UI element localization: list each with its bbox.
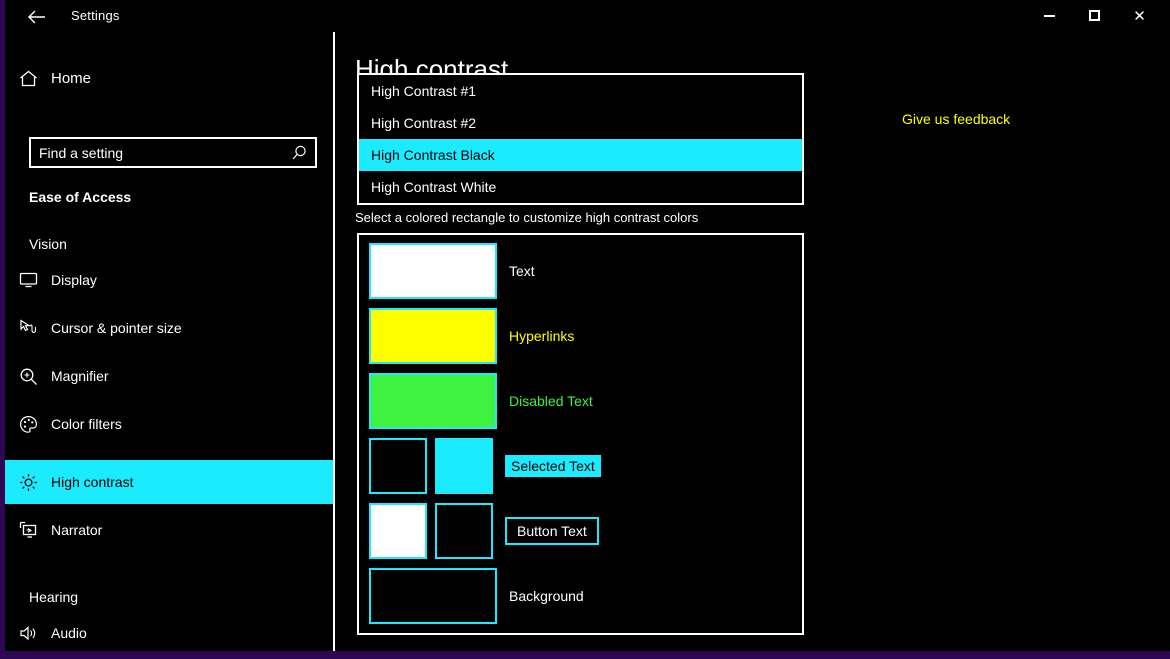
color-row-disabled-text: Disabled Text bbox=[369, 373, 593, 429]
home-icon bbox=[5, 70, 51, 87]
color-row-selected-text: Selected Text bbox=[369, 438, 601, 494]
main-content: High contrast Give us feedback Select a … bbox=[337, 32, 1170, 651]
color-swatch-text[interactable] bbox=[369, 243, 497, 299]
color-row-background: Background bbox=[369, 568, 584, 624]
color-row-button-text: Button Text bbox=[369, 503, 599, 559]
maximize-button[interactable] bbox=[1072, 0, 1117, 31]
sidebar: Home Ease of Access Vision bbox=[5, 32, 335, 651]
search-input[interactable] bbox=[31, 144, 283, 161]
minimize-icon bbox=[1044, 14, 1055, 17]
sidebar-group-vision: Vision bbox=[29, 236, 67, 252]
sidebar-item-home-label: Home bbox=[51, 69, 92, 87]
maximize-icon bbox=[1089, 10, 1100, 21]
sidebar-section-header: Ease of Access bbox=[29, 189, 132, 205]
sidebar-item-cursor-pointer-size-label: Cursor & pointer size bbox=[51, 320, 182, 336]
dropdown-option-high-contrast-white[interactable]: High Contrast White bbox=[359, 171, 802, 203]
color-swatch-selected-text-background[interactable] bbox=[435, 438, 493, 494]
color-label-background: Background bbox=[509, 588, 584, 604]
color-label-button-text: Button Text bbox=[505, 517, 599, 545]
close-button[interactable]: ✕ bbox=[1117, 0, 1162, 31]
color-swatch-background[interactable] bbox=[369, 568, 497, 624]
dropdown-option-high-contrast-black[interactable]: High Contrast Black bbox=[359, 139, 802, 171]
color-row-text: Text bbox=[369, 243, 535, 299]
color-swatch-hyperlinks[interactable] bbox=[369, 308, 497, 364]
sidebar-item-high-contrast[interactable]: High contrast bbox=[5, 460, 333, 504]
dropdown-option-high-contrast-1[interactable]: High Contrast #1 bbox=[359, 75, 802, 107]
color-row-hyperlinks: Hyperlinks bbox=[369, 308, 574, 364]
sidebar-item-audio[interactable]: Audio bbox=[5, 611, 333, 651]
sidebar-item-color-filters-label: Color filters bbox=[51, 416, 122, 432]
sidebar-item-home[interactable]: Home bbox=[5, 59, 333, 97]
sidebar-item-high-contrast-label: High contrast bbox=[51, 474, 134, 490]
magnifier-icon bbox=[5, 367, 51, 386]
color-swatch-button-text-foreground[interactable] bbox=[369, 503, 427, 559]
back-arrow-icon bbox=[28, 10, 45, 24]
brightness-sun-icon bbox=[5, 473, 51, 492]
sidebar-item-narrator[interactable]: Narrator bbox=[5, 508, 333, 552]
sidebar-item-display[interactable]: Display bbox=[5, 258, 333, 302]
cursor-pointer-icon bbox=[5, 319, 51, 337]
window-title: Settings bbox=[71, 8, 120, 23]
give-us-feedback-link[interactable]: Give us feedback bbox=[902, 111, 1010, 127]
helper-text: Select a colored rectangle to customize … bbox=[355, 210, 699, 225]
theme-dropdown-list[interactable]: High Contrast #1 High Contrast #2 High C… bbox=[357, 73, 804, 205]
close-icon: ✕ bbox=[1133, 7, 1146, 25]
minimize-button[interactable] bbox=[1027, 0, 1072, 31]
sidebar-item-magnifier-label: Magnifier bbox=[51, 368, 109, 384]
title-bar: Settings ✕ bbox=[5, 0, 1170, 32]
color-swatch-selected-text-foreground[interactable] bbox=[369, 438, 427, 494]
dropdown-option-high-contrast-2[interactable]: High Contrast #2 bbox=[359, 107, 802, 139]
monitor-icon bbox=[5, 272, 51, 288]
color-label-selected-text: Selected Text bbox=[505, 455, 601, 477]
sidebar-item-audio-label: Audio bbox=[51, 625, 87, 641]
search-box[interactable] bbox=[29, 137, 317, 168]
color-label-hyperlinks: Hyperlinks bbox=[509, 328, 575, 344]
palette-icon bbox=[5, 415, 51, 434]
sidebar-item-narrator-label: Narrator bbox=[51, 522, 103, 538]
back-button[interactable] bbox=[19, 4, 55, 30]
narrator-icon bbox=[5, 521, 51, 539]
sidebar-item-display-label: Display bbox=[51, 272, 97, 288]
search-icon[interactable] bbox=[283, 145, 315, 161]
sidebar-group-hearing: Hearing bbox=[29, 589, 79, 605]
window-inner: Settings ✕ Home Find a setting Ease of A… bbox=[5, 0, 1170, 651]
color-swatch-disabled-text[interactable] bbox=[369, 373, 497, 429]
speaker-icon bbox=[5, 625, 51, 642]
sidebar-item-color-filters[interactable]: Color filters bbox=[5, 402, 333, 446]
sidebar-item-magnifier[interactable]: Magnifier bbox=[5, 354, 333, 398]
color-label-text: Text bbox=[509, 263, 535, 279]
sidebar-item-cursor-pointer-size[interactable]: Cursor & pointer size bbox=[5, 306, 333, 350]
color-swatch-button-text-background[interactable] bbox=[435, 503, 493, 559]
color-customization-panel: Text Hyperlinks Disabled Text Selected T… bbox=[357, 233, 804, 635]
color-label-disabled-text: Disabled Text bbox=[509, 393, 593, 409]
settings-window: Settings ✕ Home Find a setting Ease of A… bbox=[0, 0, 1170, 659]
